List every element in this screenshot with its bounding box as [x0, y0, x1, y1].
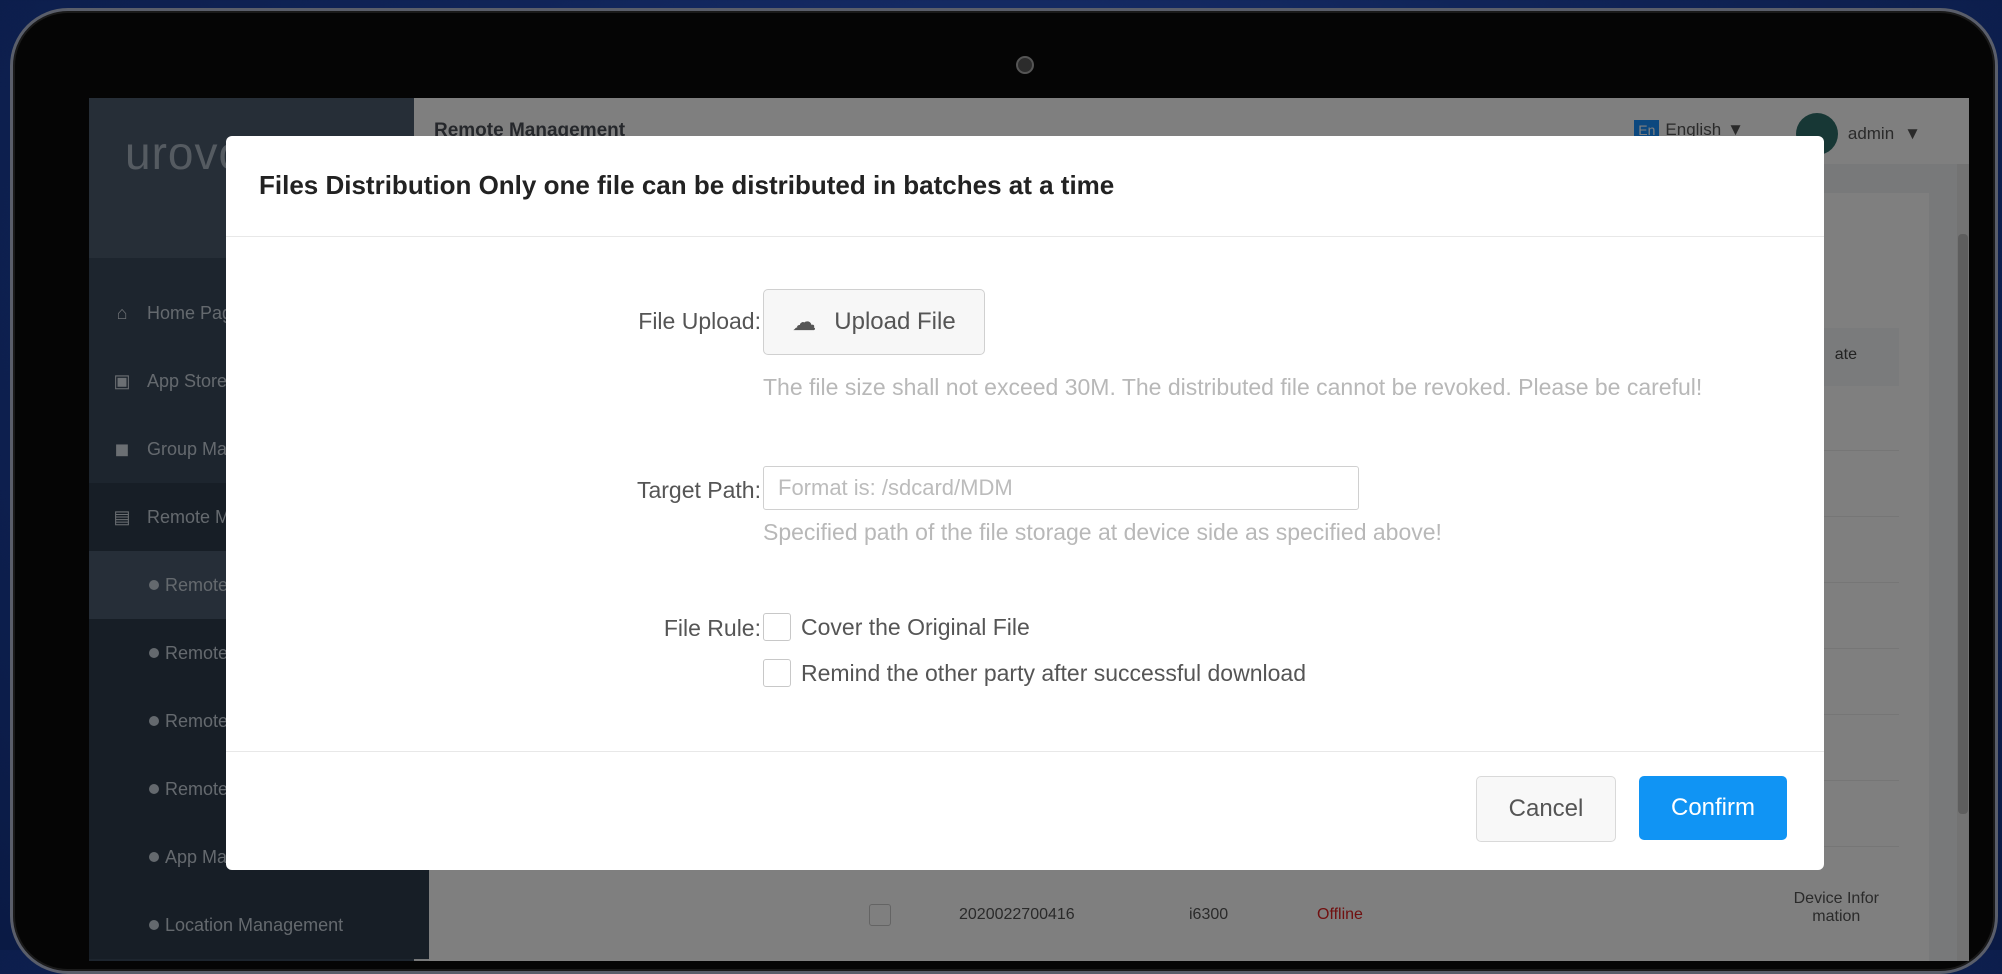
cloud-upload-icon: ☁ — [792, 308, 817, 336]
modal-header: Files Distribution Only one file can be … — [226, 136, 1824, 237]
remind-party-checkbox[interactable] — [763, 659, 791, 687]
webcam — [1016, 56, 1034, 74]
cover-original-label: Cover the Original File — [801, 613, 1030, 640]
rule-remind-other-party[interactable]: Remind the other party after successful … — [763, 659, 1306, 687]
modal-title: Files Distribution Only one file can be … — [259, 170, 1115, 200]
confirm-button[interactable]: Confirm — [1639, 776, 1787, 840]
target-path-help-text: Specified path of the file storage at de… — [763, 519, 1442, 545]
upload-file-label: Upload File — [834, 308, 956, 335]
modal-footer: Cancel Confirm — [226, 751, 1824, 870]
target-path-input[interactable] — [763, 466, 1359, 510]
rule-cover-original[interactable]: Cover the Original File — [763, 613, 1030, 641]
file-upload-label: File Upload: — [638, 308, 761, 334]
file-rule-label: File Rule: — [663, 615, 761, 641]
files-distribution-dialog: Files Distribution Only one file can be … — [226, 136, 1824, 870]
cancel-button[interactable]: Cancel — [1476, 776, 1616, 842]
upload-file-button[interactable]: ☁ Upload File — [763, 289, 985, 355]
remind-party-label: Remind the other party after successful … — [801, 659, 1306, 686]
cover-original-checkbox[interactable] — [763, 613, 791, 641]
target-path-label: Target Path: — [636, 477, 761, 503]
upload-help-text: The file size shall not exceed 30M. The … — [763, 374, 1703, 400]
